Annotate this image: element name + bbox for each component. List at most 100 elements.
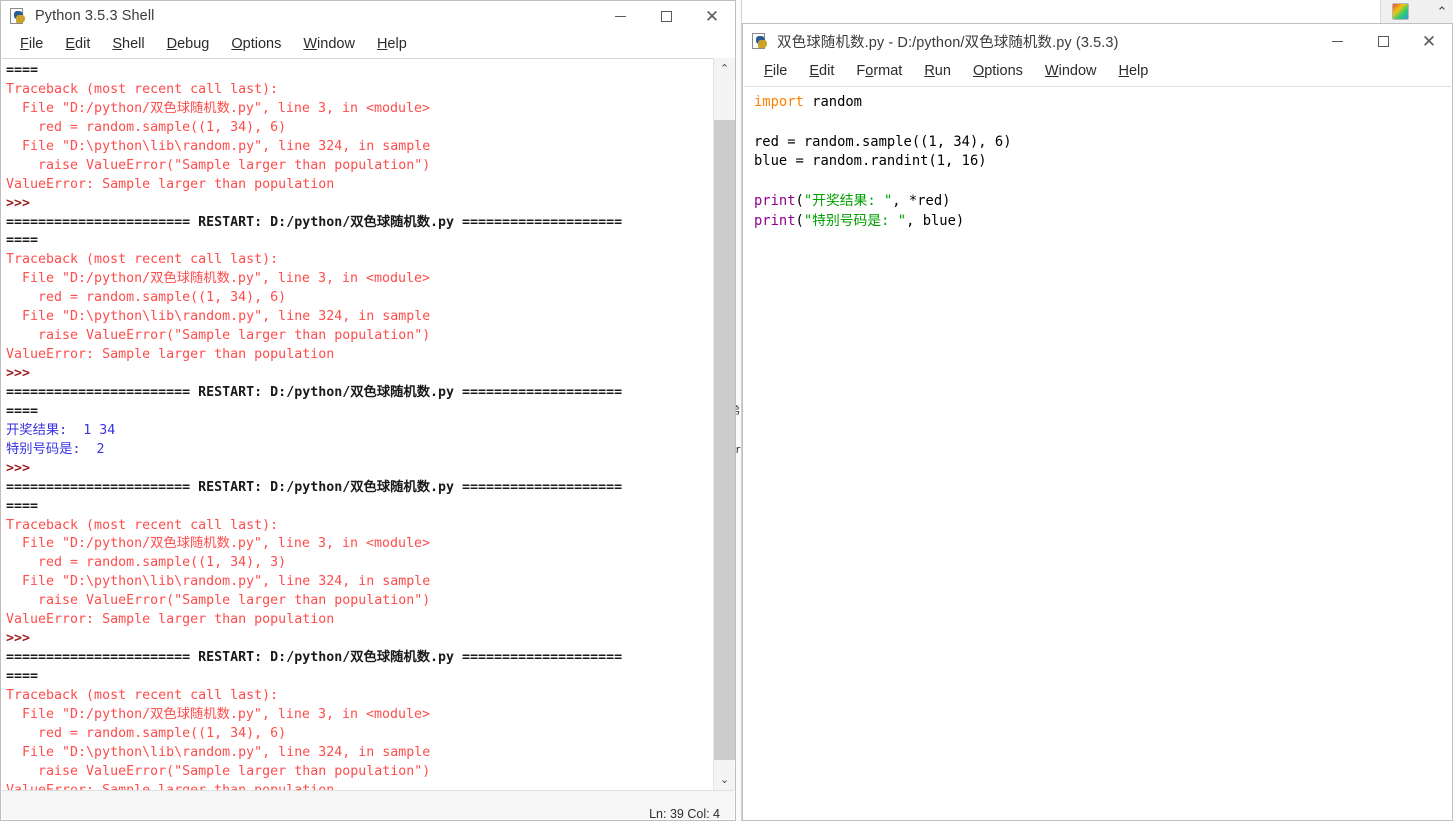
code-token: red = random.sample((1, 34), 6) (754, 133, 1012, 150)
shell-titlebar[interactable]: Python 3.5.3 Shell ✕ (1, 1, 735, 31)
close-button[interactable]: ✕ (689, 1, 735, 31)
shell-line: File "D:\python\lib\random.py", line 324… (6, 309, 431, 325)
editor-menu-options[interactable]: Options (962, 61, 1034, 81)
shell-line: ======================= RESTART: D:/pyth… (6, 214, 623, 230)
shell-line: File "D:/python/双色球随机数.py", line 3, in <… (6, 706, 431, 722)
shell-line: ==== (6, 403, 39, 419)
editor-title: 双色球随机数.py - D:/python/双色球随机数.py (3.5.3) (777, 34, 1119, 51)
shell-line: File "D:\python\lib\random.py", line 324… (6, 744, 431, 760)
editor-window-controls: ✕ (1314, 24, 1452, 58)
shell-line: >>> (6, 366, 39, 381)
shell-menubar: File Edit Shell Debug Options Window Hel… (1, 31, 735, 58)
shell-line: red = random.sample((1, 34), 6) (6, 725, 287, 741)
shell-menu-help[interactable]: Help (366, 34, 418, 54)
shell-menu-options[interactable]: Options (220, 34, 292, 54)
shell-line: red = random.sample((1, 34), 3) (6, 555, 287, 571)
code-line: print("特别号码是: ", blue) (754, 212, 1441, 232)
editor-menu-file[interactable]: File (753, 61, 798, 81)
code-token: ( (795, 212, 804, 229)
editor-menu-run[interactable]: Run (913, 61, 962, 81)
shell-line: red = random.sample((1, 34), 6) (6, 290, 287, 306)
editor-source-code: import random red = random.sample((1, 34)… (744, 87, 1451, 238)
cursor-position-label: Ln: 39 Col: 4 (649, 807, 720, 821)
scroll-down-icon[interactable]: ⌄ (714, 769, 735, 790)
shell-line: raise ValueError("Sample larger than pop… (6, 593, 431, 609)
python-shell-window: Python 3.5.3 Shell ✕ File Edit Shell Deb… (0, 0, 736, 821)
code-token: , blue) (906, 212, 965, 229)
shell-line: ======================= RESTART: D:/pyth… (6, 650, 623, 666)
scroll-up-icon[interactable]: ⌃ (714, 58, 735, 79)
python-idle-icon (10, 7, 27, 25)
shell-line: ==== (6, 498, 39, 514)
editor-menu-help[interactable]: Help (1108, 61, 1160, 81)
editor-menu-format[interactable]: Format (845, 61, 913, 81)
scrollbar-thumb[interactable] (714, 120, 735, 760)
editor-text-area[interactable]: import random red = random.sample((1, 34)… (744, 86, 1451, 819)
chevron-up-icon[interactable]: ⌃ (1432, 2, 1452, 22)
shell-line: 特别号码是: 2 (6, 441, 105, 457)
code-token: blue = random.randint(1, 16) (754, 153, 987, 170)
shell-output-area[interactable]: ==== Traceback (most recent call last): F… (2, 58, 734, 790)
editor-titlebar[interactable]: 双色球随机数.py - D:/python/双色球随机数.py (3.5.3) … (743, 24, 1452, 58)
shell-line: File "D:/python/双色球随机数.py", line 3, in <… (6, 271, 431, 287)
shell-line: raise ValueError("Sample larger than pop… (6, 328, 431, 344)
shell-menu-window[interactable]: Window (292, 34, 366, 54)
shell-line: ==== (6, 233, 39, 249)
code-token: print (754, 192, 796, 209)
shell-line: ValueError: Sample larger than populatio… (6, 176, 335, 192)
shell-menu-file[interactable]: File (9, 34, 54, 54)
shell-line: Traceback (most recent call last): (6, 81, 279, 97)
code-token: "特别号码是: " (803, 212, 907, 229)
shell-line: Traceback (most recent call last): (6, 252, 279, 268)
shell-line: Traceback (most recent call last): (6, 517, 279, 533)
shell-line: ======================= RESTART: D:/pyth… (6, 479, 623, 495)
maximize-button[interactable] (643, 1, 689, 31)
shell-line: File "D:\python\lib\random.py", line 324… (6, 138, 431, 154)
shell-statusbar: Ln: 39 Col: 4 (2, 790, 734, 821)
desktop-root: ⌃ 弟 or Python 3.5.3 Shell ✕ File Edit Sh… (0, 0, 1453, 821)
shell-menu-shell[interactable]: Shell (101, 34, 155, 54)
editor-menu-window[interactable]: Window (1034, 61, 1108, 81)
code-line: red = random.sample((1, 34), 6) (754, 133, 1441, 153)
python-editor-window: 双色球随机数.py - D:/python/双色球随机数.py (3.5.3) … (742, 23, 1453, 821)
shell-line: raise ValueError("Sample larger than pop… (6, 157, 431, 173)
code-line: print("开奖结果: ", *red) (754, 192, 1441, 212)
shell-menu-debug[interactable]: Debug (156, 34, 221, 54)
close-button[interactable]: ✕ (1406, 24, 1452, 58)
shell-output-text: ==== Traceback (most recent call last): F… (2, 62, 712, 790)
shell-line: ValueError: Sample larger than populatio… (6, 347, 335, 363)
python-idle-icon (752, 32, 769, 50)
shell-line: >>> (6, 195, 39, 211)
code-token: ( (795, 192, 804, 209)
shell-line: >>> (6, 460, 39, 476)
shell-line: ==== (6, 63, 39, 78)
shell-vertical-scrollbar[interactable]: ⌃ ⌄ (713, 58, 735, 790)
maximize-button[interactable] (1360, 24, 1406, 58)
shell-window-controls: ✕ (597, 1, 735, 31)
shell-line: File "D:/python/双色球随机数.py", line 3, in <… (6, 100, 431, 116)
minimize-button[interactable] (597, 1, 643, 31)
shell-menu-edit[interactable]: Edit (54, 34, 101, 54)
code-token: print (754, 212, 796, 229)
code-token: "开奖结果: " (803, 192, 893, 209)
shell-line: ======================= RESTART: D:/pyth… (6, 384, 623, 400)
shell-title: Python 3.5.3 Shell (35, 8, 155, 24)
code-token: random (803, 94, 862, 110)
code-token: import (754, 94, 804, 110)
shell-line: File "D:/python/双色球随机数.py", line 3, in <… (6, 536, 431, 552)
shell-line: Traceback (most recent call last): (6, 687, 279, 703)
shell-line: ValueError: Sample larger than populatio… (6, 782, 708, 790)
background-app-icon (1392, 3, 1409, 20)
code-line: blue = random.randint(1, 16) (754, 152, 1441, 172)
shell-line: 开奖结果: 1 34 (6, 422, 116, 438)
minimize-button[interactable] (1314, 24, 1360, 58)
editor-menu-edit[interactable]: Edit (798, 61, 845, 81)
shell-line: ==== (6, 669, 39, 684)
shell-line: red = random.sample((1, 34), 6) (6, 119, 287, 135)
shell-line: ValueError: Sample larger than populatio… (6, 612, 335, 628)
code-token: , *red) (892, 192, 951, 209)
shell-line: raise ValueError("Sample larger than pop… (6, 763, 431, 779)
shell-line: >>> (6, 631, 39, 647)
